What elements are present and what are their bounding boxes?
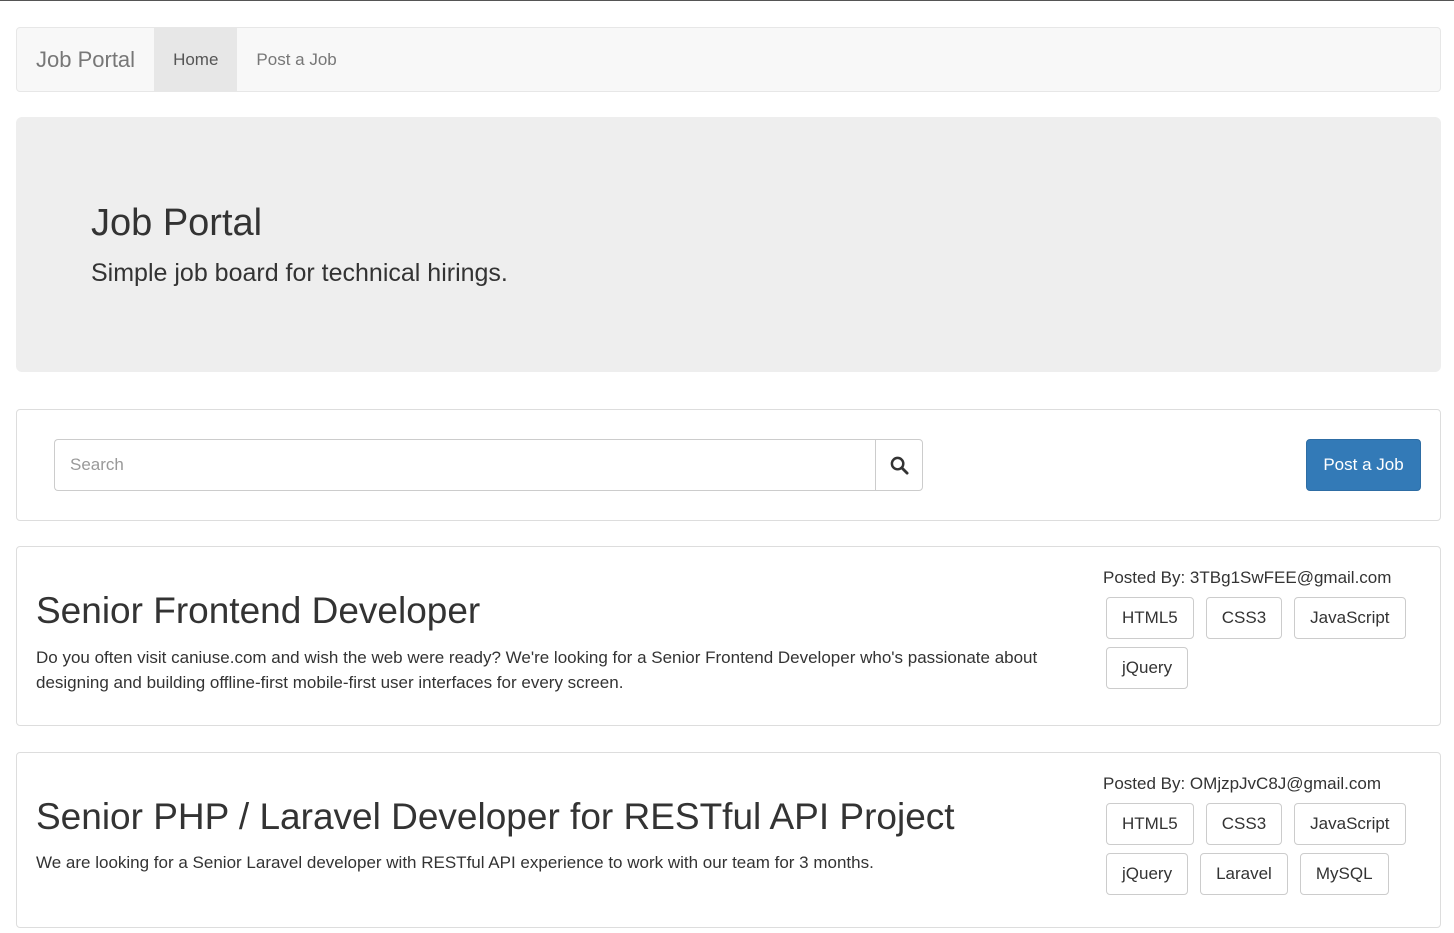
job-meta: Posted By: 3TBg1SwFEE@gmail.com HTML5 CS… — [1103, 567, 1423, 697]
tag[interactable]: Laravel — [1200, 853, 1288, 895]
job-description: Do you often visit caniuse.com and wish … — [36, 648, 1038, 692]
tag[interactable]: jQuery — [1106, 647, 1189, 689]
hero-title: Job Portal — [91, 202, 263, 244]
job-card: Senior PHP / Laravel Developer for RESTf… — [16, 752, 1441, 928]
hero-subtitle: Simple job board for technical hirings. — [91, 259, 508, 287]
tag[interactable]: HTML5 — [1106, 597, 1194, 639]
posted-by: Posted By: OMjzpJvC8J@gmail.com — [1103, 774, 1382, 793]
job-description: We are looking for a Senior Laravel deve… — [36, 853, 874, 872]
navbar-brand[interactable]: Job Portal — [17, 28, 154, 91]
nav-item-home[interactable]: Home — [154, 28, 238, 91]
search-panel: Post a Job — [16, 409, 1441, 521]
tag[interactable]: JavaScript — [1294, 803, 1406, 845]
tag[interactable]: CSS3 — [1205, 597, 1283, 639]
tag-list: HTML5 CSS3 JavaScript jQuery Laravel MyS… — [1106, 803, 1423, 903]
job-title[interactable]: Senior PHP / Laravel Developer for RESTf… — [36, 795, 955, 839]
tag[interactable]: MySQL — [1299, 853, 1389, 895]
post-job-button[interactable]: Post a Job — [1306, 439, 1421, 491]
job-title[interactable]: Senior Frontend Developer — [36, 589, 480, 633]
job-meta: Posted By: OMjzpJvC8J@gmail.com HTML5 CS… — [1103, 773, 1423, 903]
hero-banner: Job Portal Simple job board for technica… — [16, 117, 1441, 372]
tag[interactable]: JavaScript — [1294, 597, 1406, 639]
tag[interactable]: HTML5 — [1106, 803, 1194, 845]
tag[interactable]: jQuery — [1106, 853, 1189, 895]
search-icon — [890, 456, 909, 475]
posted-by: Posted By: 3TBg1SwFEE@gmail.com — [1103, 568, 1392, 587]
search-group — [54, 439, 923, 491]
tag-list: HTML5 CSS3 JavaScript jQuery — [1106, 597, 1423, 697]
job-card: Senior Frontend Developer Do you often v… — [16, 546, 1441, 726]
nav-item-post-a-job[interactable]: Post a Job — [237, 28, 355, 91]
search-button[interactable] — [875, 439, 923, 491]
search-input[interactable] — [54, 439, 875, 491]
tag[interactable]: CSS3 — [1205, 803, 1283, 845]
navbar: Job Portal Home Post a Job — [16, 27, 1441, 92]
